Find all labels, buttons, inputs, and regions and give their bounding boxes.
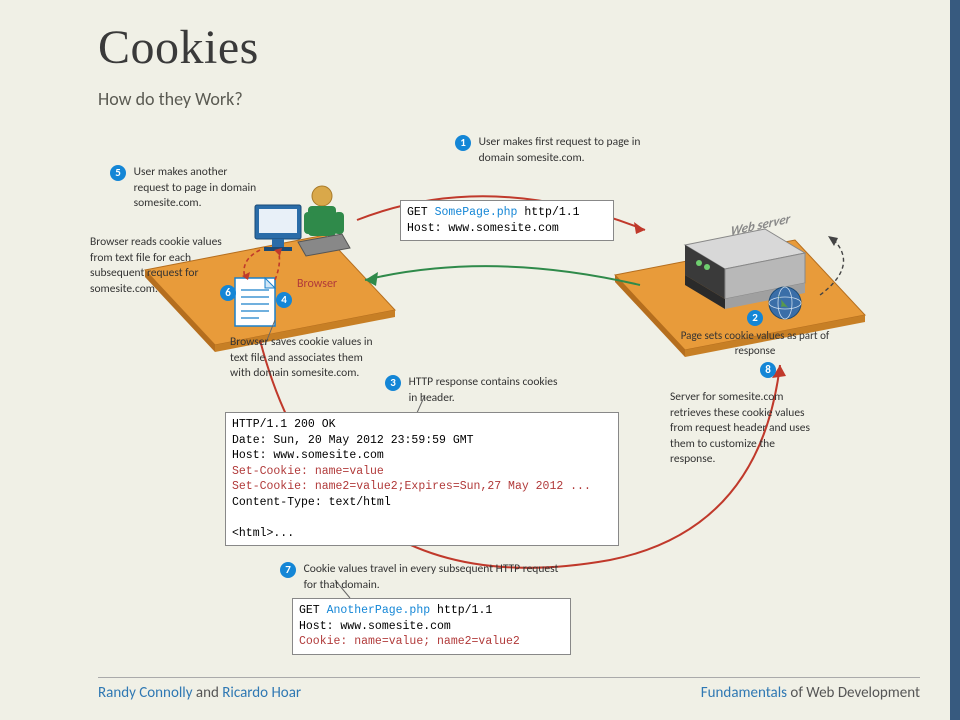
badge-3-icon: 3 [385, 375, 401, 391]
badge-4: 4 [276, 292, 292, 311]
step-5: 5 User makes another request to page in … [110, 165, 260, 212]
step-1: 1 User makes first request to page in do… [455, 135, 645, 166]
badge-5-icon: 5 [110, 165, 126, 181]
req1-get: GET [407, 206, 435, 219]
step-6-label: Browser reads cookie values from text fi… [90, 235, 225, 297]
step-6-text: Browser reads cookie values from text fi… [90, 235, 225, 297]
badge-4-icon: 4 [276, 292, 292, 308]
footer: Randy Connolly and Ricardo Hoar Fundamen… [98, 677, 920, 702]
badge-6: 6 [220, 285, 236, 304]
step-2: 2 Page sets cookie values as part of res… [670, 310, 840, 359]
code-request-1: GET SomePage.php http/1.1 Host: www.some… [400, 200, 614, 241]
req2-get: GET [299, 604, 327, 617]
step-1-text: User makes first request to page in doma… [479, 135, 644, 166]
slide: Cookies How do they Work? [0, 0, 960, 720]
author-2: Ricardo Hoar [222, 684, 301, 702]
step-4-text: Browser saves cookie values in text file… [230, 335, 385, 382]
badge-8-icon: 8 [760, 362, 776, 378]
resp-l5: Set-Cookie: name2=value2;Expires=Sun,27 … [232, 480, 591, 493]
step-5-text: User makes another request to page in do… [134, 165, 259, 212]
step-4-label: Browser saves cookie values in text file… [230, 335, 385, 382]
resp-l1: HTTP/1.1 200 OK [232, 418, 336, 431]
req2-host: Host: www.somesite.com [299, 620, 451, 633]
resp-l8: <html>... [232, 527, 294, 540]
cookie-diagram: Web server Browser 1 User makes first re… [60, 120, 900, 665]
step-8-text: Server for somesite.com retrieves these … [670, 390, 820, 468]
book-title-1: Fundamentals [701, 684, 787, 702]
step-8-label: Server for somesite.com retrieves these … [670, 390, 820, 468]
resp-l6: Content-Type: text/html [232, 496, 391, 509]
badge-7-icon: 7 [280, 562, 296, 578]
req1-file: SomePage.php [435, 206, 518, 219]
badge-2-icon: 2 [747, 310, 763, 326]
author-1: Randy Connolly [98, 684, 193, 702]
accent-bar [950, 0, 960, 720]
badge-1-icon: 1 [455, 135, 471, 151]
page-subtitle: How do they Work? [98, 88, 243, 110]
req2-cookie: Cookie: name=value; name2=value2 [299, 635, 520, 648]
badge-8: 8 [760, 362, 776, 381]
resp-l3: Host: www.somesite.com [232, 449, 384, 462]
step-7: 7 Cookie values travel in every subseque… [280, 562, 580, 593]
code-request-2: GET AnotherPage.php http/1.1 Host: www.s… [292, 598, 571, 655]
page-title: Cookies [98, 20, 259, 75]
browser-label: Browser [297, 277, 337, 291]
step-3: 3 HTTP response contains cookies in head… [385, 375, 575, 406]
step-7-text: Cookie values travel in every subsequent… [304, 562, 574, 593]
step-3-text: HTTP response contains cookies in header… [409, 375, 569, 406]
resp-l4: Set-Cookie: name=value [232, 465, 384, 478]
req2-file: AnotherPage.php [327, 604, 431, 617]
step-2-text: Page sets cookie values as part of respo… [670, 329, 840, 359]
req2-proto: http/1.1 [430, 604, 492, 617]
book-title-2: of Web Development [787, 684, 920, 702]
req1-host: Host: www.somesite.com [407, 222, 559, 235]
badge-6-icon: 6 [220, 285, 236, 301]
code-response: HTTP/1.1 200 OK Date: Sun, 20 May 2012 2… [225, 412, 619, 546]
req1-proto: http/1.1 [517, 206, 579, 219]
resp-l2: Date: Sun, 20 May 2012 23:59:59 GMT [232, 434, 474, 447]
footer-and: and [193, 684, 223, 702]
